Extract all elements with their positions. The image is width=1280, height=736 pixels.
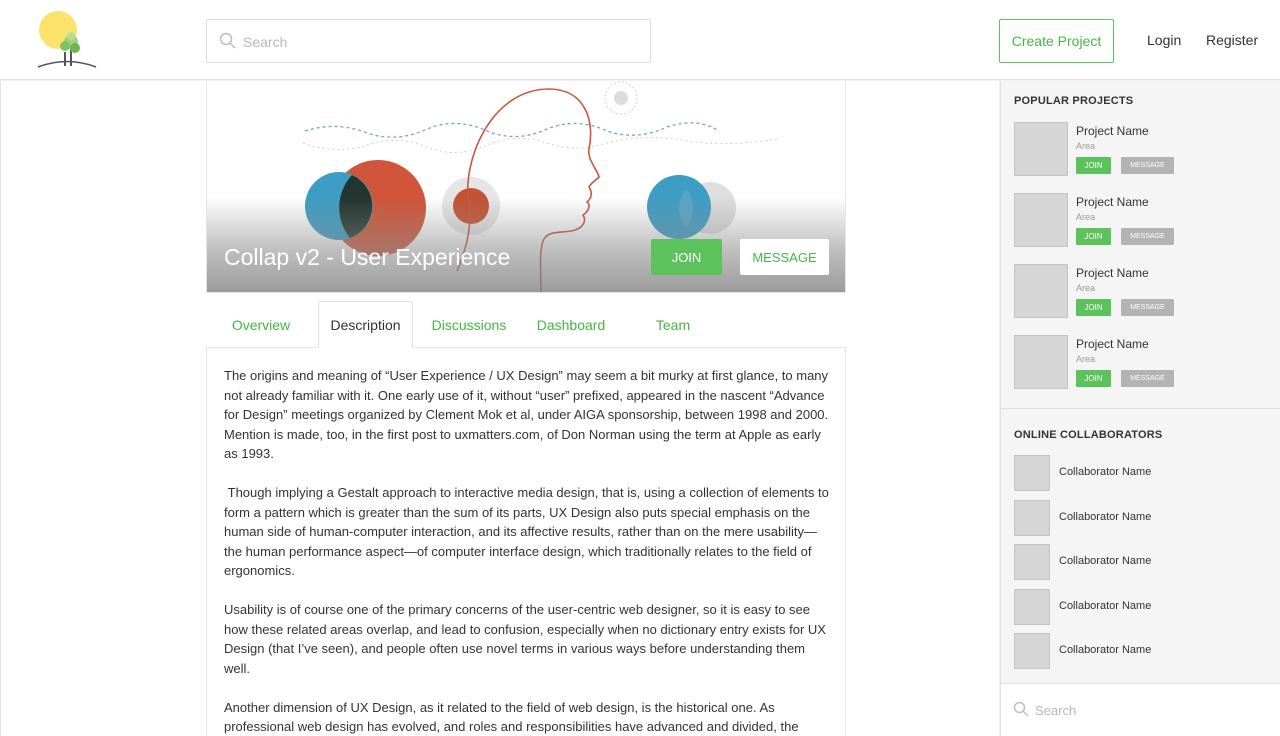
project-name[interactable]: Project Name bbox=[1076, 266, 1149, 280]
logo[interactable] bbox=[34, 8, 100, 72]
project-name[interactable]: Project Name bbox=[1076, 195, 1149, 209]
project-thumbnail[interactable] bbox=[1014, 122, 1068, 176]
project-hero: Collap v2 - User Experience JOIN MESSAGE bbox=[206, 81, 846, 293]
create-project-button[interactable]: Create Project bbox=[999, 19, 1114, 63]
collaborator-item[interactable]: Collaborator Name bbox=[1014, 589, 1274, 625]
collaborator-item[interactable]: Collaborator Name bbox=[1014, 455, 1274, 491]
popular-projects-title: POPULAR PROJECTS bbox=[1014, 95, 1134, 107]
description-text: The origins and meaning of “User Experie… bbox=[224, 366, 834, 736]
description-panel: The origins and meaning of “User Experie… bbox=[206, 347, 846, 736]
project-name[interactable]: Project Name bbox=[1076, 124, 1149, 138]
project-area: Area bbox=[1076, 141, 1096, 151]
message-button[interactable]: MESSAGE bbox=[1121, 228, 1174, 245]
collaborator-avatar bbox=[1014, 544, 1050, 580]
login-link[interactable]: Login bbox=[1147, 32, 1181, 48]
sidebar-search-input[interactable] bbox=[1035, 700, 1255, 720]
collaborator-name: Collaborator Name bbox=[1059, 644, 1152, 656]
collaborator-name: Collaborator Name bbox=[1059, 511, 1152, 523]
join-project-button[interactable]: JOIN bbox=[651, 239, 722, 275]
popular-project-item: Project Name Area JOIN MESSAGE bbox=[1014, 122, 1274, 178]
top-header: Create Project Login Register bbox=[0, 0, 1280, 80]
project-title: Collap v2 - User Experience bbox=[224, 244, 511, 270]
message-button[interactable]: MESSAGE bbox=[1121, 157, 1174, 174]
description-paragraph: Though implying a Gestalt approach to in… bbox=[224, 485, 833, 578]
project-name[interactable]: Project Name bbox=[1076, 337, 1149, 351]
search-icon bbox=[219, 32, 236, 49]
project-area: Area bbox=[1076, 212, 1096, 222]
popular-project-item: Project Name Area JOIN MESSAGE bbox=[1014, 193, 1274, 249]
tab-team[interactable]: Team bbox=[628, 301, 718, 348]
online-collaborators-title: ONLINE COLLABORATORS bbox=[1014, 429, 1163, 441]
project-thumbnail[interactable] bbox=[1014, 264, 1068, 318]
join-button[interactable]: JOIN bbox=[1076, 299, 1111, 316]
project-tabs: Overview Description Discussions Dashboa… bbox=[206, 301, 846, 348]
header-search[interactable] bbox=[206, 19, 651, 63]
description-paragraph: The origins and meaning of “User Experie… bbox=[224, 368, 829, 461]
popular-project-item: Project Name Area JOIN MESSAGE bbox=[1014, 335, 1274, 391]
collaborator-item[interactable]: Collaborator Name bbox=[1014, 500, 1274, 536]
search-input[interactable] bbox=[243, 30, 623, 54]
collaborator-avatar bbox=[1014, 455, 1050, 491]
join-button[interactable]: JOIN bbox=[1076, 370, 1111, 387]
collaborator-name: Collaborator Name bbox=[1059, 466, 1152, 478]
sidebar-divider bbox=[1001, 408, 1280, 409]
message-button[interactable]: MESSAGE bbox=[1121, 299, 1174, 316]
project-thumbnail[interactable] bbox=[1014, 193, 1068, 247]
collaborator-name: Collaborator Name bbox=[1059, 555, 1152, 567]
tab-description[interactable]: Description bbox=[318, 301, 413, 348]
register-link[interactable]: Register bbox=[1206, 32, 1258, 48]
collaborator-avatar bbox=[1014, 500, 1050, 536]
search-icon bbox=[1013, 701, 1029, 717]
sidebar-search[interactable] bbox=[1001, 683, 1280, 736]
right-sidebar: POPULAR PROJECTS Project Name Area JOIN … bbox=[1000, 81, 1280, 736]
description-paragraph: Another dimension of UX Design, as it re… bbox=[224, 699, 799, 735]
collaborator-avatar bbox=[1014, 633, 1050, 669]
project-area: Area bbox=[1076, 283, 1096, 293]
collaborator-item[interactable]: Collaborator Name bbox=[1014, 544, 1274, 580]
join-button[interactable]: JOIN bbox=[1076, 228, 1111, 245]
description-paragraph: Usability is of course one of the primar… bbox=[224, 602, 826, 676]
join-button[interactable]: JOIN bbox=[1076, 157, 1111, 174]
tab-discussions[interactable]: Discussions bbox=[424, 301, 514, 348]
project-area: Area bbox=[1076, 354, 1096, 364]
tab-overview[interactable]: Overview bbox=[216, 301, 306, 348]
tree-sun-logo-icon bbox=[37, 11, 97, 68]
message-project-button[interactable]: MESSAGE bbox=[740, 239, 829, 275]
popular-project-item: Project Name Area JOIN MESSAGE bbox=[1014, 264, 1274, 320]
collaborator-item[interactable]: Collaborator Name bbox=[1014, 633, 1274, 669]
project-thumbnail[interactable] bbox=[1014, 335, 1068, 389]
collaborator-name: Collaborator Name bbox=[1059, 600, 1152, 612]
collaborator-avatar bbox=[1014, 589, 1050, 625]
message-button[interactable]: MESSAGE bbox=[1121, 370, 1174, 387]
tab-dashboard[interactable]: Dashboard bbox=[526, 301, 616, 348]
